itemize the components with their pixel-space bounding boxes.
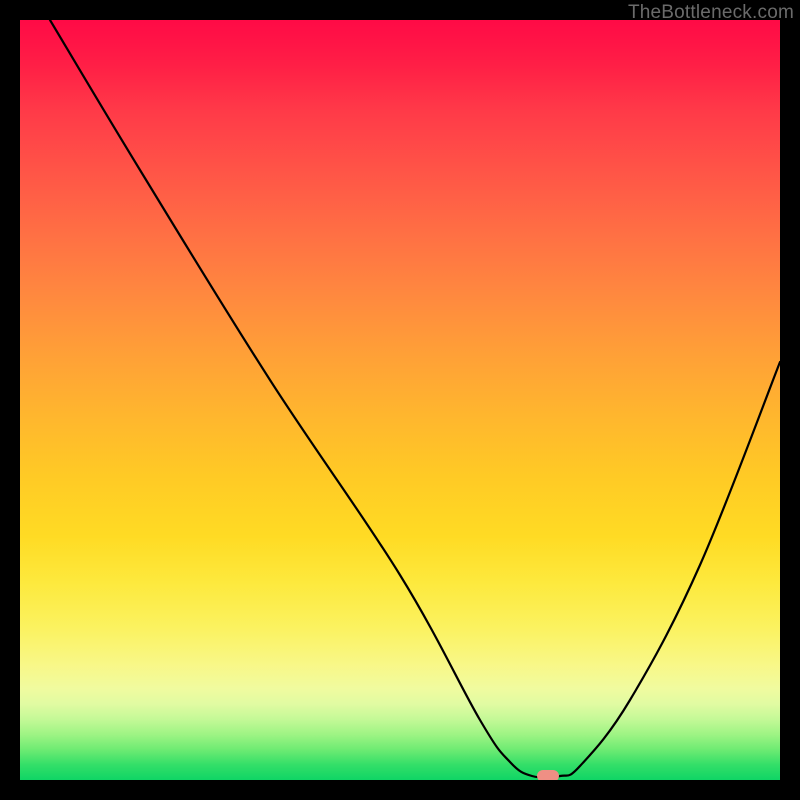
plot-area bbox=[20, 20, 780, 780]
watermark-text: TheBottleneck.com bbox=[628, 2, 794, 24]
optimal-point-marker bbox=[537, 770, 559, 780]
bottleneck-curve bbox=[20, 20, 780, 780]
chart-frame: TheBottleneck.com bbox=[0, 0, 800, 800]
